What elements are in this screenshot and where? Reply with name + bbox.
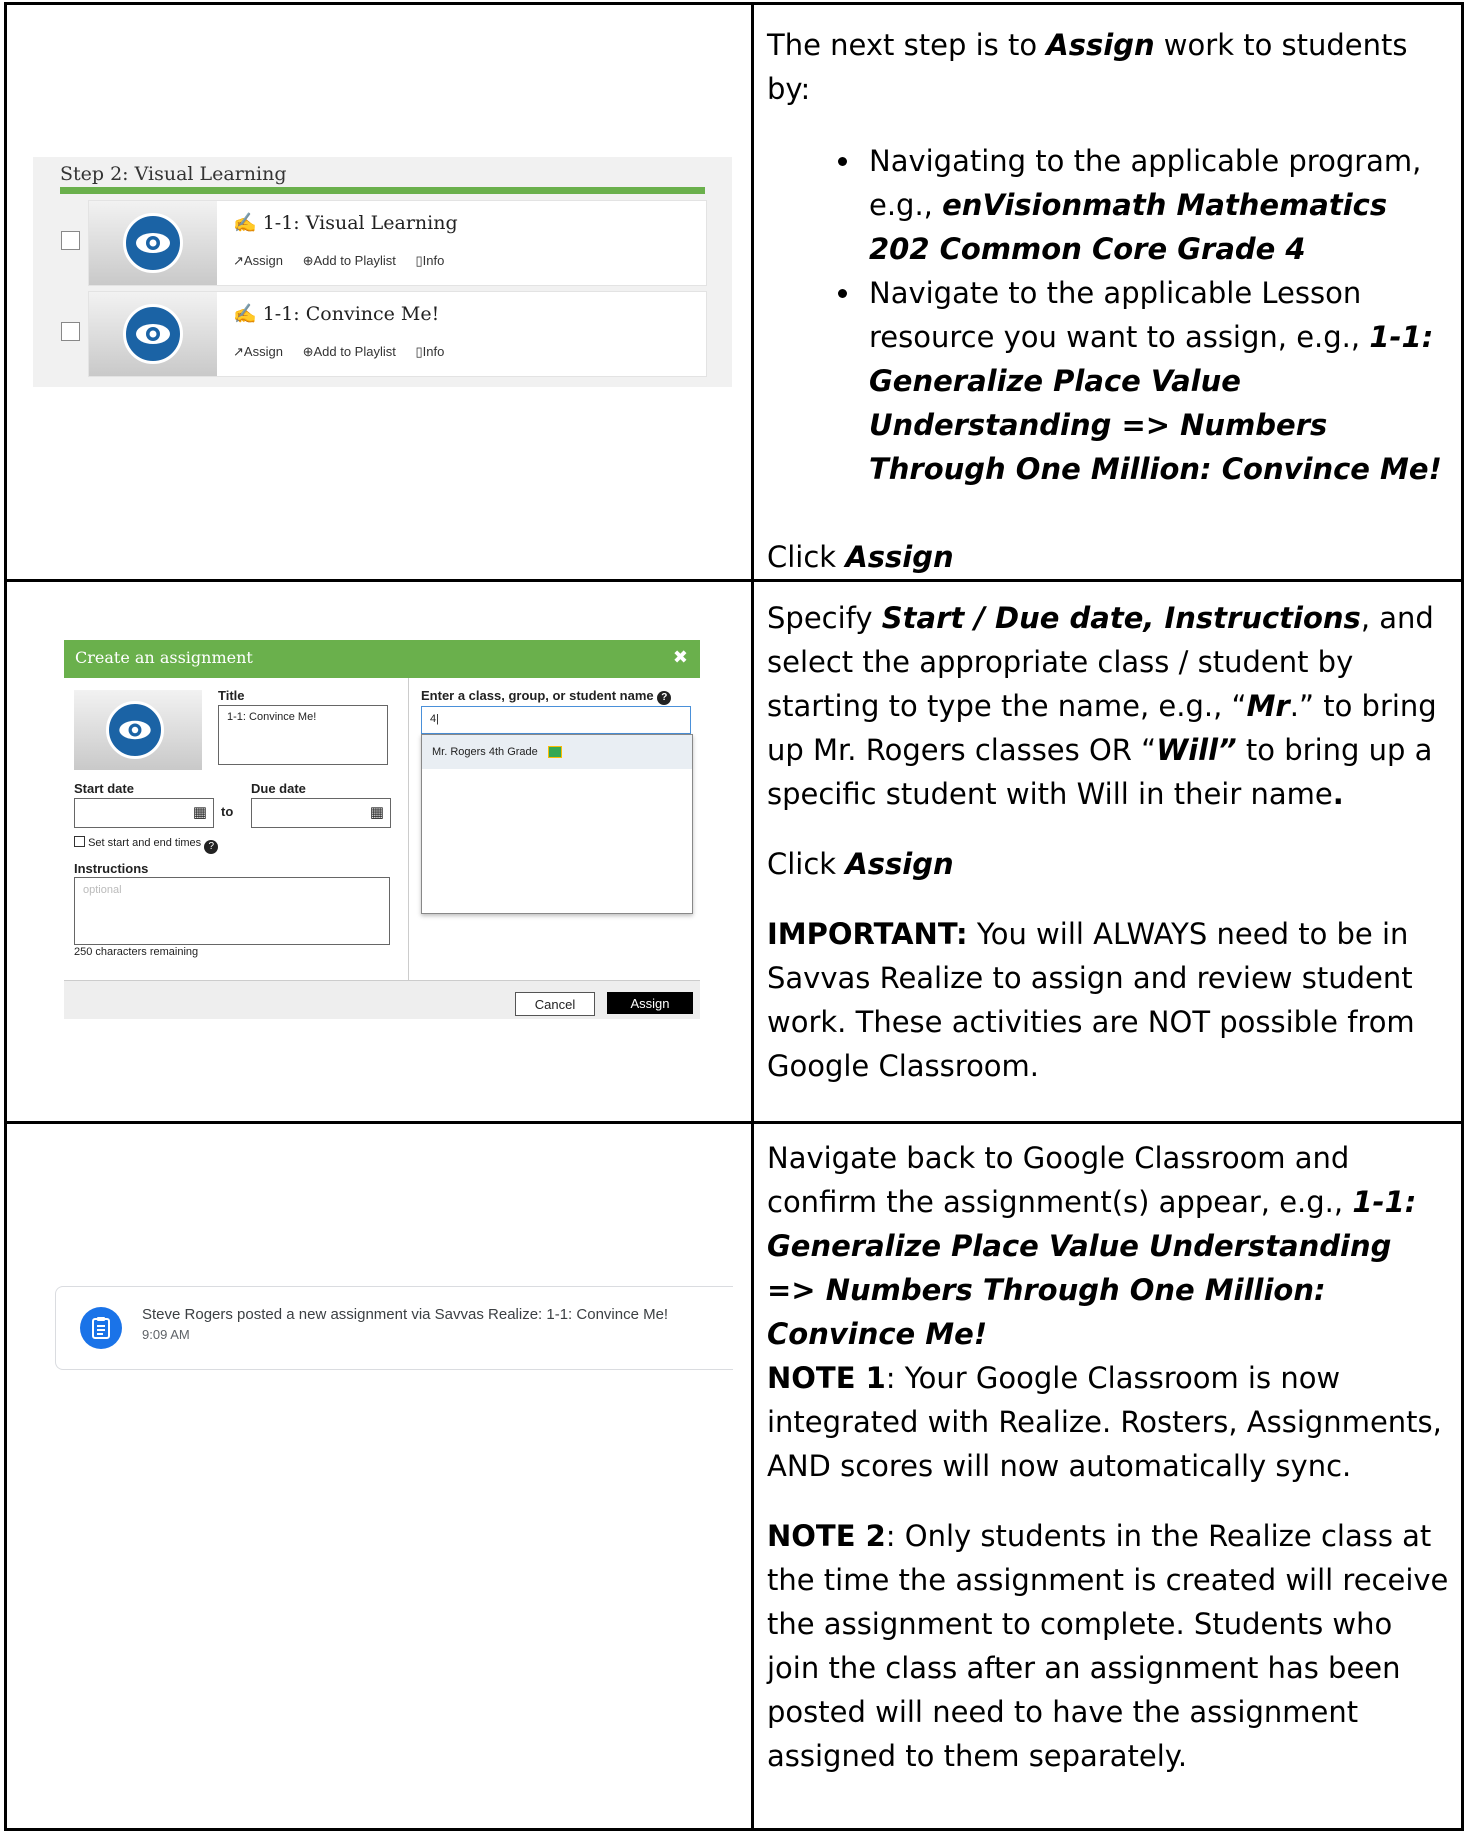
info-link[interactable]: ▯Info: [415, 253, 444, 268]
resource-thumbnail: [89, 201, 217, 285]
post-time: 9:09 AM: [142, 1327, 190, 1342]
google-classroom-icon: [547, 746, 562, 758]
resource-title-wrap: ✍ 1-1: Visual Learning: [233, 211, 458, 234]
classroom-post-card[interactable]: Steve Rogers posted a new assignment via…: [55, 1286, 733, 1370]
calendar-icon[interactable]: ▦: [370, 803, 384, 821]
cancel-button[interactable]: Cancel: [515, 992, 595, 1016]
eye-icon: [123, 213, 183, 273]
click-instruction: Click Assign: [767, 847, 954, 881]
help-icon[interactable]: ?: [204, 840, 219, 854]
important-note: IMPORTANT: You will ALWAYS need to be in…: [767, 917, 1415, 1083]
to-label: to: [221, 804, 234, 819]
start-date-input[interactable]: ▦: [74, 798, 214, 828]
assignment-icon: [80, 1307, 122, 1349]
start-date-label: Start date: [74, 781, 134, 796]
list-item: Navigate to the applicable Lesson resour…: [863, 271, 1449, 491]
puzzle-icon: ✍: [233, 212, 263, 234]
create-assignment-dialog: Create an assignment ✖ Title 1-1: Convin…: [64, 640, 700, 1019]
list-item: Navigating to the applicable program, e.…: [863, 139, 1449, 271]
dialog-divider: [408, 678, 409, 980]
add-to-playlist-link[interactable]: ⊕Add to Playlist: [303, 253, 396, 268]
share-icon: ↗: [233, 344, 244, 359]
dialog-title: Create an assignment: [75, 648, 253, 667]
instruction-cell: The next step is to Assign work to stude…: [751, 2, 1464, 582]
resource-checkbox[interactable]: [61, 322, 80, 341]
assign-link[interactable]: ↗Assign: [233, 344, 283, 359]
suggestion-dropdown: Mr. Rogers 4th Grade: [421, 734, 693, 914]
note-2: NOTE 2: Only students in the Realize cla…: [767, 1519, 1449, 1773]
due-date-input[interactable]: ▦: [251, 798, 391, 828]
eye-icon: [106, 701, 164, 759]
calendar-icon[interactable]: ▦: [193, 803, 207, 821]
plus-circle-icon: ⊕: [302, 253, 314, 268]
instruction-cell: Specify Start / Due date, Instructions, …: [751, 579, 1464, 1124]
recipient-label: Enter a class, group, or student name ?: [421, 688, 672, 705]
resource-title[interactable]: 1-1: Visual Learning: [263, 212, 458, 234]
assign-link[interactable]: ↗Assign: [233, 253, 283, 268]
instruction-table: Step 2: Visual Learning ✍ 1-1: Visual Le…: [4, 2, 1464, 1831]
note-1: NOTE 1: Your Google Classroom is now int…: [767, 1361, 1442, 1483]
resource-title[interactable]: 1-1: Convince Me!: [263, 303, 440, 325]
title-input[interactable]: 1-1: Convince Me!: [218, 705, 388, 765]
realize-lesson-screenshot: Step 2: Visual Learning ✍ 1-1: Visual Le…: [33, 157, 732, 387]
set-times-option[interactable]: Set start and end times ?: [74, 836, 219, 854]
info-link[interactable]: ▯Info: [415, 344, 444, 359]
puzzle-icon: ✍: [233, 303, 263, 325]
instruction-cell: Navigate back to Google Classroom and co…: [751, 1121, 1464, 1831]
navigate-paragraph: Navigate back to Google Classroom and co…: [767, 1141, 1417, 1351]
resource-row[interactable]: ✍ 1-1: Visual Learning ↗Assign ⊕Add to P…: [61, 200, 707, 286]
document-icon: ▯: [415, 253, 423, 268]
due-date-label: Due date: [251, 781, 306, 796]
steps-list: Navigating to the applicable program, e.…: [767, 139, 1449, 491]
resource-row[interactable]: ✍ 1-1: Convince Me! ↗Assign ⊕Add to Play…: [61, 291, 707, 377]
resource-title-wrap: ✍ 1-1: Convince Me!: [233, 302, 439, 325]
dialog-header: Create an assignment ✖: [64, 640, 700, 678]
instructions-label: Instructions: [74, 861, 149, 876]
screenshot-cell: Step 2: Visual Learning ✍ 1-1: Visual Le…: [4, 2, 754, 582]
assign-button[interactable]: Assign: [607, 992, 693, 1014]
title-label: Title: [218, 688, 245, 703]
screenshot-cell: Create an assignment ✖ Title 1-1: Convin…: [4, 579, 754, 1124]
eye-icon: [123, 304, 183, 364]
table-row: Create an assignment ✖ Title 1-1: Convin…: [4, 579, 1464, 1124]
instructions-input[interactable]: optional: [74, 877, 390, 945]
resource-checkbox[interactable]: [61, 231, 80, 250]
step-title: Step 2: Visual Learning: [60, 163, 287, 185]
table-row: Steve Rogers posted a new assignment via…: [4, 1121, 1464, 1831]
table-row: Step 2: Visual Learning ✍ 1-1: Visual Le…: [4, 2, 1464, 582]
document-icon: ▯: [415, 344, 423, 359]
post-text: Steve Rogers posted a new assignment via…: [142, 1306, 669, 1323]
click-instruction: Click Assign: [767, 540, 954, 574]
characters-remaining: 250 characters remaining: [74, 946, 199, 958]
suggestion-option[interactable]: Mr. Rogers 4th Grade: [422, 735, 692, 769]
recipient-search-input[interactable]: 4|: [421, 706, 691, 734]
dialog-footer: Cancel Assign: [64, 980, 700, 1019]
screenshot-cell: Steve Rogers posted a new assignment via…: [4, 1121, 754, 1831]
add-to-playlist-link[interactable]: ⊕Add to Playlist: [303, 344, 396, 359]
share-icon: ↗: [233, 253, 244, 268]
set-times-checkbox[interactable]: [74, 836, 85, 847]
assignment-thumbnail: [74, 690, 202, 770]
specify-paragraph: Specify Start / Due date, Instructions, …: [767, 601, 1437, 811]
step-divider: [60, 187, 705, 194]
plus-circle-icon: ⊕: [302, 344, 314, 359]
close-icon[interactable]: ✖: [673, 647, 688, 668]
resource-actions: ↗Assign ⊕Add to Playlist ▯Info: [233, 344, 460, 360]
intro-paragraph: The next step is to Assign work to stude…: [767, 28, 1408, 106]
resource-actions: ↗Assign ⊕Add to Playlist ▯Info: [233, 253, 460, 269]
help-icon[interactable]: ?: [657, 691, 672, 705]
resource-thumbnail: [89, 292, 217, 376]
